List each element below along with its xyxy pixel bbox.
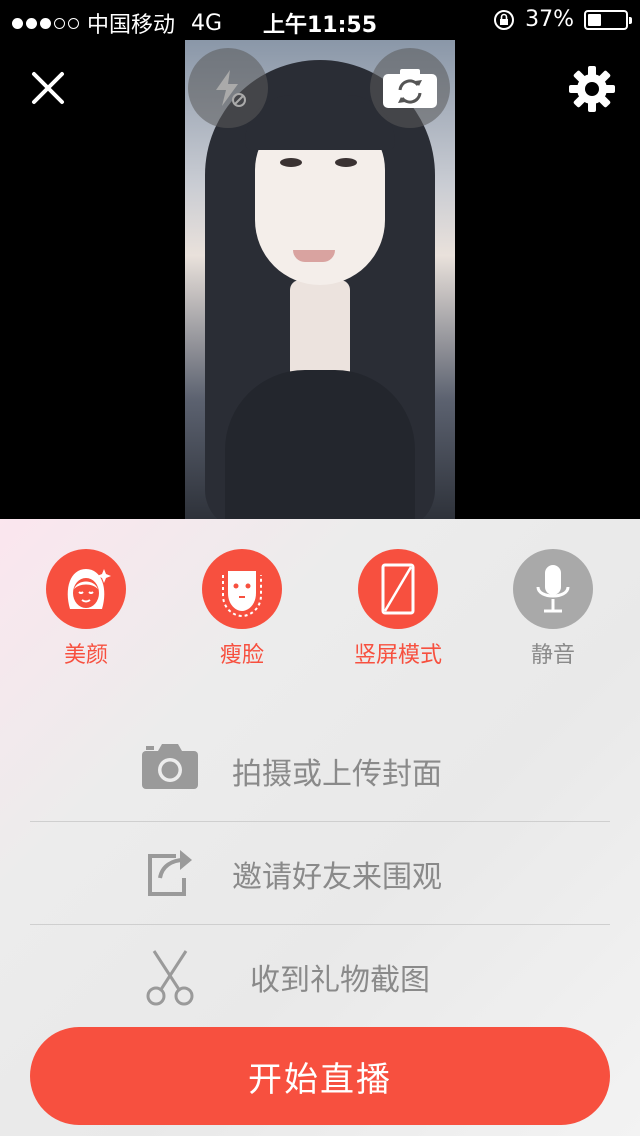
- upload-cover-row[interactable]: 拍摄或上传封面: [30, 719, 610, 819]
- microphone-icon: [536, 565, 570, 613]
- slim-face-label: 瘦脸: [219, 643, 264, 668]
- setup-panel: 美颜 瘦脸 竖屏模式 静音 拍摄或上传封面 邀请好友来围观 收到礼物截图 开始直…: [0, 519, 640, 1136]
- gift-screenshot-row[interactable]: 收到礼物截图: [30, 925, 610, 1025]
- beauty-label: 美颜: [63, 643, 108, 668]
- camera-icon: [142, 744, 198, 789]
- start-live-button[interactable]: 开始直播: [30, 1027, 610, 1125]
- camera-switch-icon: [383, 69, 437, 108]
- gear-icon: [569, 66, 615, 112]
- slim-face-icon: [222, 571, 262, 618]
- portrait-mode-toggle[interactable]: 竖屏模式: [338, 549, 458, 669]
- camera-switch-button[interactable]: [370, 48, 450, 128]
- share-icon: [148, 850, 192, 896]
- scissors-icon: [146, 950, 194, 1006]
- close-button[interactable]: [22, 62, 74, 114]
- portrait-mode-icon: [381, 563, 415, 615]
- close-icon: [32, 72, 64, 104]
- portrait-mode-label: 竖屏模式: [353, 643, 442, 668]
- portrait-mode-circle: [358, 549, 438, 629]
- status-right: 37%: [493, 7, 632, 32]
- slim-face-circle: [202, 549, 282, 629]
- mute-circle: [513, 549, 593, 629]
- flash-off-icon: [216, 70, 246, 107]
- beauty-icon: [67, 569, 111, 609]
- upload-cover-label: 拍摄或上传封面: [232, 757, 442, 792]
- rotation-lock-icon: [494, 9, 515, 30]
- flash-button[interactable]: [188, 48, 268, 128]
- beauty-toggle[interactable]: 美颜: [26, 549, 146, 669]
- battery-icon: [584, 9, 632, 30]
- settings-button[interactable]: [563, 60, 621, 118]
- invite-friends-label: 邀请好友来围观: [232, 860, 442, 895]
- beauty-circle: [46, 549, 126, 629]
- gift-screenshot-label: 收到礼物截图: [250, 963, 430, 998]
- status-bar: 中国移动 4G 上午11:55 37%: [0, 0, 640, 40]
- invite-friends-row[interactable]: 邀请好友来围观: [30, 822, 610, 922]
- mute-label: 静音: [530, 643, 575, 668]
- mute-toggle[interactable]: 静音: [493, 549, 613, 669]
- battery-percent: 37%: [525, 7, 574, 32]
- slim-face-toggle[interactable]: 瘦脸: [182, 549, 302, 669]
